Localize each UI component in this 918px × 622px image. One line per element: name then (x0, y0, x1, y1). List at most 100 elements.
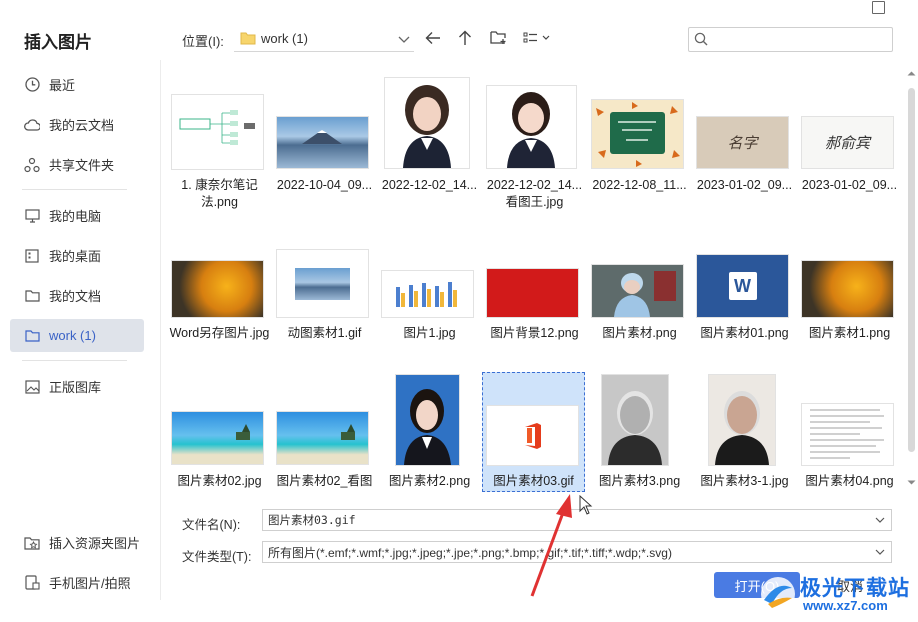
sidebar-item-label: 我的电脑 (49, 209, 102, 224)
file-thumbnail (396, 375, 459, 465)
file-thumbnail (382, 271, 473, 317)
file-thumbnail (277, 117, 368, 168)
file-grid: 1. 康奈尔笔记法.png 2022-10-04_09... 2022-12-0… (162, 64, 904, 494)
folder-icon (24, 328, 40, 344)
file-thumbnail (487, 406, 578, 465)
desktop-icon (24, 248, 40, 264)
file-thumbnail (172, 261, 263, 317)
watermark-logo-icon (758, 574, 798, 617)
file-name: 2022-12-08_11... (592, 178, 687, 192)
sidebar-item-label: 我的云文档 (49, 118, 115, 133)
signature-text: 名字 (727, 134, 758, 152)
maximize-button[interactable] (872, 1, 885, 14)
file-thumbnail: 郝俞宾 (802, 117, 893, 168)
file-thumbnail (802, 261, 893, 317)
sidebar-item-gallery[interactable]: 正版图库 (10, 370, 144, 403)
file-name: 图片素材02.jpg (177, 474, 262, 488)
file-thumbnail (709, 375, 775, 465)
file-name: 图片素材2.png (388, 474, 471, 488)
word-icon: W (728, 272, 757, 300)
file-thumbnail (277, 250, 368, 317)
sidebar-item-label: 手机图片/拍照 (49, 576, 131, 591)
gallery-icon (24, 379, 40, 395)
file-name: 2022-12-02_14...看图王.jpg (486, 178, 583, 209)
sidebar-divider (22, 189, 127, 190)
vertical-scrollbar[interactable] (905, 66, 918, 494)
sidebar-item-label: 最近 (49, 78, 76, 93)
computer-icon (24, 208, 40, 224)
file-name: 2023-01-02_09... (696, 178, 793, 192)
file-thumbnail (592, 100, 683, 168)
file-name: 1. 康奈尔笔记法.png (181, 178, 258, 209)
arrow-up-icon (458, 30, 472, 49)
dialog-title: 插入图片 (24, 33, 92, 52)
file-name: 图片1.jpg (403, 326, 456, 340)
sidebar-item-label: 我的文档 (49, 289, 102, 304)
file-thumbnail: 名字 (697, 117, 788, 168)
file-name: 2022-10-04_09... (276, 178, 373, 192)
star-folder-icon (24, 535, 40, 551)
back-button[interactable] (423, 29, 443, 49)
sidebar-item-recent[interactable]: 最近 (10, 68, 144, 101)
sidebar-item-documents[interactable]: 我的文档 (10, 279, 144, 312)
phone-icon (24, 575, 40, 591)
file-name: 图片素材3.png (598, 474, 681, 488)
search-input[interactable] (688, 27, 893, 52)
sidebar-item-label: 共享文件夹 (49, 158, 115, 173)
sidebar-item-computer[interactable]: 我的电脑 (10, 199, 144, 232)
filename-label: 文件名(N): (182, 518, 241, 532)
file-name: 图片素材1.png (808, 326, 891, 340)
clock-icon (24, 77, 40, 93)
file-thumbnail (487, 86, 576, 168)
sidebar-divider (22, 360, 127, 361)
chevron-down-icon[interactable] (869, 517, 891, 523)
file-item-selected[interactable]: 图片素材03.gif (482, 372, 585, 492)
sidebar-item-desktop[interactable]: 我的桌面 (10, 239, 144, 272)
watermark-url: www.xz7.com (803, 598, 888, 613)
sidebar-item-label: 正版图库 (49, 380, 102, 395)
share-icon (24, 157, 40, 173)
up-button[interactable] (455, 29, 475, 49)
scroll-down-icon[interactable] (907, 480, 916, 486)
sidebar-item-work[interactable]: work (1) (10, 319, 144, 352)
file-thumbnail: W (697, 255, 788, 317)
sidebar-item-shared[interactable]: 共享文件夹 (10, 148, 144, 181)
file-name: 2023-01-02_09... (801, 178, 898, 192)
sidebar-item-insert-resource[interactable]: 插入资源夹图片 (10, 526, 144, 559)
sidebar-separator (160, 60, 161, 600)
search-icon (694, 32, 708, 49)
file-thumbnail (385, 78, 469, 168)
location-label: 位置(I): (182, 34, 224, 49)
folder-icon (240, 31, 256, 48)
sidebar-item-label: 我的桌面 (49, 249, 102, 264)
new-folder-button[interactable] (488, 29, 508, 49)
new-folder-icon (489, 30, 507, 48)
file-thumbnail (592, 265, 683, 317)
file-name: 图片素材01.png (700, 326, 789, 340)
file-thumbnail (277, 412, 368, 464)
file-thumbnail (487, 269, 578, 317)
file-name: 图片素材3-1.jpg (700, 474, 789, 488)
arrow-left-icon (425, 31, 441, 48)
list-view-icon (523, 31, 553, 48)
location-value: work (1) (261, 31, 308, 46)
folder-icon (24, 288, 40, 304)
sidebar-item-cloud[interactable]: 我的云文档 (10, 108, 144, 141)
sidebar-item-label: work (1) (49, 328, 96, 343)
chevron-down-icon[interactable] (869, 549, 891, 555)
file-name: 图片素材.png (602, 326, 677, 340)
chevron-down-icon (398, 32, 410, 47)
file-name: 图片背景12.png (490, 326, 579, 340)
scrollbar-thumb[interactable] (908, 88, 915, 452)
file-thumbnail (172, 95, 263, 169)
file-name: Word另存图片.jpg (169, 326, 270, 340)
sidebar: 最近 我的云文档 共享文件夹 我的电脑 我的桌面 我的文档 work (1) 正… (0, 60, 160, 622)
file-thumbnail (602, 375, 668, 465)
scroll-up-icon[interactable] (907, 70, 916, 76)
file-thumbnail (802, 404, 893, 465)
signature-text: 郝俞宾 (824, 134, 870, 152)
file-name: 图片素材02_看图 (276, 474, 373, 488)
view-mode-button[interactable] (522, 29, 554, 49)
sidebar-item-phone[interactable]: 手机图片/拍照 (10, 566, 144, 599)
file-name: 2022-12-02_14... (381, 178, 478, 192)
